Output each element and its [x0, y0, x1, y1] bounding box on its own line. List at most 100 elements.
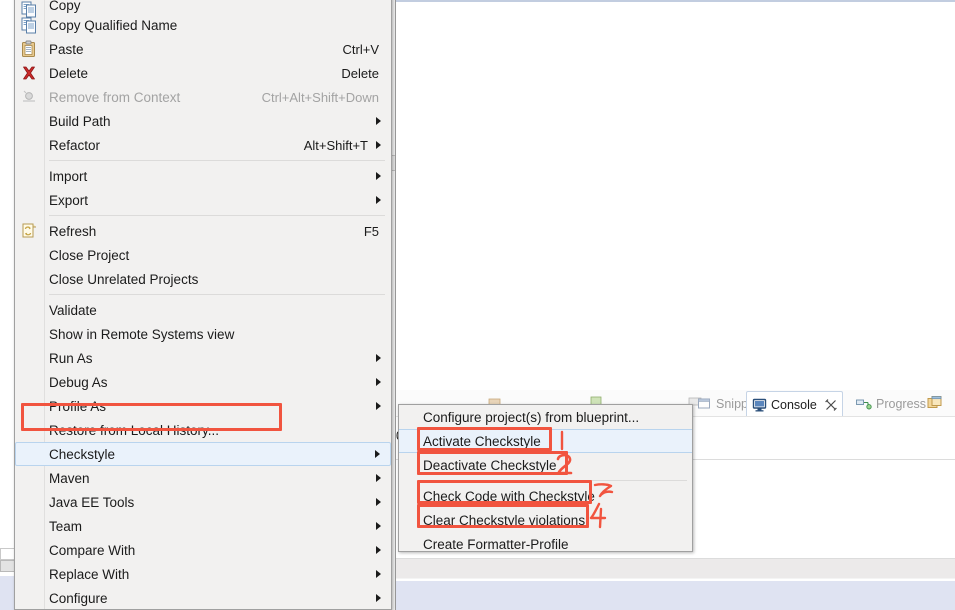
menu-item-configure[interactable]: Configure [15, 586, 391, 610]
submenu-item-label: Configure project(s) from blueprint... [423, 409, 640, 425]
refresh-icon-wrap [20, 222, 38, 240]
menu-item-maven[interactable]: Maven [15, 466, 391, 490]
menu-item-refactor[interactable]: Refactor Alt+Shift+T [15, 133, 391, 157]
submenu-item-create-formatter-profile[interactable]: Create Formatter-Profile [399, 532, 692, 556]
submenu-arrow-icon [376, 378, 381, 386]
display-selected-console-icon[interactable] [927, 395, 945, 411]
delete-icon [23, 66, 35, 80]
menu-item-label: Refresh [49, 223, 97, 239]
menu-item-label: Configure [49, 590, 108, 606]
submenu-separator [421, 480, 687, 481]
submenu-arrow-icon [376, 498, 381, 506]
project-context-menu[interactable]: Copy Copy Qualified Name Paste Ctrl+V Delete… [14, 0, 392, 610]
tab-progress[interactable]: Progress [851, 392, 931, 416]
menu-item-debug-as[interactable]: Debug As [15, 370, 391, 394]
menu-item-refresh[interactable]: Refresh F5 [15, 219, 391, 243]
menu-item-label: Import [49, 168, 88, 184]
menu-item-paste[interactable]: Paste Ctrl+V [15, 37, 391, 61]
submenu-arrow-icon [376, 117, 381, 125]
menu-item-checkstyle[interactable]: Checkstyle [15, 442, 391, 466]
submenu-item-label: Check Code with Checkstyle [423, 488, 595, 504]
menu-item-close-project[interactable]: Close Project [15, 243, 391, 267]
menu-item-shortcut: Ctrl+V [342, 41, 379, 57]
menu-item-validate[interactable]: Validate [15, 298, 391, 322]
menu-item-label: Remove from Context [49, 89, 181, 105]
tab-console[interactable]: Console [746, 391, 843, 417]
menu-item-shortcut: Ctrl+Alt+Shift+Down [261, 89, 379, 105]
menu-item-show-in-remote-systems-view[interactable]: Show in Remote Systems view [15, 322, 391, 346]
menu-item-label: Paste [49, 41, 84, 57]
refresh-icon [22, 223, 36, 238]
remove-from-context-icon [23, 90, 35, 102]
menu-item-label: Restore from Local History... [49, 422, 220, 438]
menu-item-shortcut: Delete [341, 65, 379, 81]
menu-item-copy-qualified-name[interactable]: Copy Qualified Name [15, 13, 391, 37]
menu-item-team[interactable]: Team [15, 514, 391, 538]
menu-item-label: Export [49, 192, 89, 208]
submenu-item-activate-checkstyle[interactable]: Activate Checkstyle [399, 429, 692, 453]
paste-icon-wrap [20, 40, 38, 58]
submenu-item-list: Configure project(s) from blueprint... Ac… [399, 405, 692, 556]
menu-item-delete[interactable]: Delete Delete [15, 61, 391, 85]
close-icon[interactable] [825, 398, 837, 411]
submenu-item-configure-project-s-from-blueprint[interactable]: Configure project(s) from blueprint... [399, 405, 692, 429]
menu-item-restore-from-local-history[interactable]: Restore from Local History... [15, 418, 391, 442]
editor-top-border [396, 0, 955, 2]
menu-item-import[interactable]: Import [15, 164, 391, 188]
submenu-arrow-icon [376, 402, 381, 410]
submenu-arrow-icon [376, 354, 381, 362]
console-icon [752, 398, 767, 411]
menu-item-close-unrelated-projects[interactable]: Close Unrelated Projects [15, 267, 391, 291]
submenu-arrow-icon [376, 196, 381, 204]
menu-item-run-as[interactable]: Run As [15, 346, 391, 370]
submenu-arrow-icon [376, 522, 381, 530]
menu-item-label: Close Unrelated Projects [49, 271, 199, 287]
menu-item-label: Maven [49, 470, 90, 486]
menu-item-shortcut: Alt+Shift+T [303, 137, 368, 153]
submenu-arrow-icon [376, 546, 381, 554]
menu-item-remove-from-context[interactable]: Remove from Context Ctrl+Alt+Shift+Down [15, 85, 391, 109]
menu-item-profile-as[interactable]: Profile As [15, 394, 391, 418]
menu-item-label: Copy [49, 0, 81, 13]
menu-item-label: Delete [49, 65, 89, 81]
menu-item-shortcut: F5 [363, 223, 379, 239]
submenu-item-label: Create Formatter-Profile [423, 536, 569, 552]
menu-item-label: Compare With [49, 542, 136, 558]
menu-separator [49, 294, 385, 295]
submenu-item-clear-checkstyle-violations[interactable]: Clear Checkstyle violations [399, 508, 692, 532]
submenu-item-deactivate-checkstyle[interactable]: Deactivate Checkstyle [399, 453, 692, 477]
submenu-arrow-icon [376, 141, 381, 149]
menu-item-label: Team [49, 518, 83, 534]
submenu-item-label: Deactivate Checkstyle [423, 457, 557, 473]
menu-item-label: Refactor [49, 137, 101, 153]
snippets-icon [698, 398, 710, 409]
menu-item-java-ee-tools[interactable]: Java EE Tools [15, 490, 391, 514]
copy-qualified-name-icon-wrap [20, 16, 38, 34]
menu-item-replace-with[interactable]: Replace With [15, 562, 391, 586]
menu-item-label: Checkstyle [49, 446, 116, 462]
menu-item-label: Close Project [49, 247, 130, 263]
checkstyle-submenu[interactable]: Configure project(s) from blueprint... Ac… [398, 404, 693, 552]
menu-item-list: Copy Copy Qualified Name Paste Ctrl+V Delete… [15, 0, 391, 610]
submenu-arrow-icon [376, 172, 381, 180]
menu-item-label: Java EE Tools [49, 494, 135, 510]
progress-icon [856, 399, 872, 410]
tab-console-label: Console [771, 397, 817, 412]
menu-item-label: Build Path [49, 113, 111, 129]
menu-item-compare-with[interactable]: Compare With [15, 538, 391, 562]
menu-separator [49, 215, 385, 216]
menu-item-export[interactable]: Export [15, 188, 391, 212]
menu-item-build-path[interactable]: Build Path [15, 109, 391, 133]
menu-item-copy[interactable]: Copy [15, 0, 391, 18]
submenu-item-check-code-with-checkstyle[interactable]: Check Code with Checkstyle [399, 484, 692, 508]
copy-qualified-name-icon [21, 17, 36, 34]
remove-from-context-icon-wrap [20, 88, 38, 106]
menu-item-label: Run As [49, 350, 93, 366]
taskbar-strip [396, 581, 955, 610]
submenu-item-label: Activate Checkstyle [423, 433, 541, 449]
submenu-item-label: Clear Checkstyle violations [423, 512, 586, 528]
editor-area[interactable] [396, 0, 955, 390]
submenu-arrow-icon [375, 450, 380, 458]
paste-icon [22, 40, 35, 57]
menu-item-label: Replace With [49, 566, 130, 582]
